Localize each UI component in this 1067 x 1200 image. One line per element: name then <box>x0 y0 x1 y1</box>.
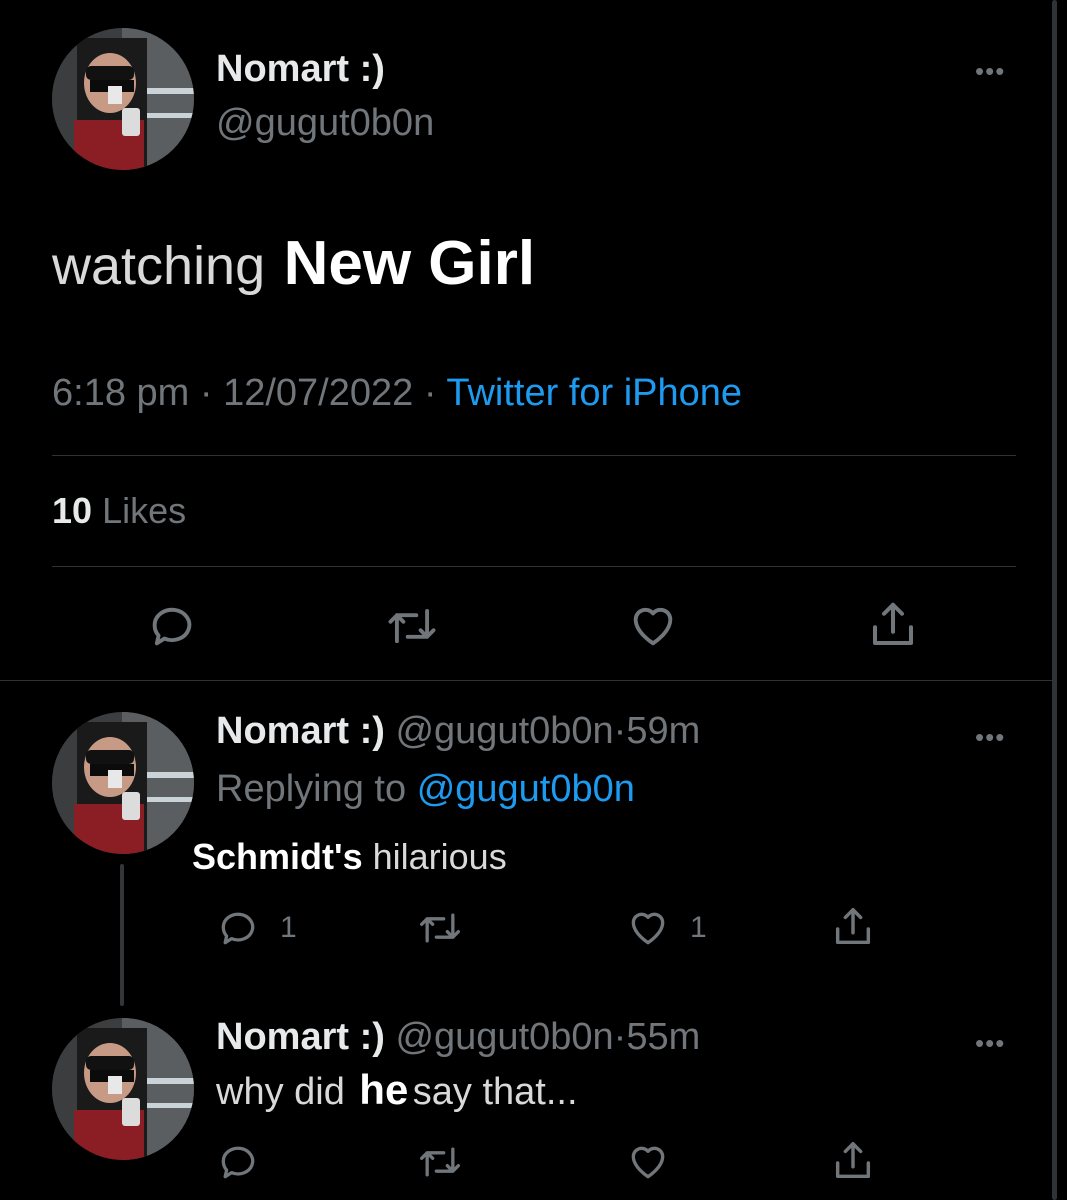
retweet-icon[interactable] <box>416 906 464 950</box>
reply-text: Schmidt's hilarious <box>192 836 507 878</box>
reply-icon[interactable] <box>216 906 260 950</box>
reply-author-handle[interactable]: @gugut0b0n <box>395 1016 613 1058</box>
scrollbar[interactable] <box>1052 0 1057 1200</box>
like-icon[interactable] <box>626 600 680 652</box>
retweet-icon[interactable] <box>416 1140 464 1184</box>
divider <box>0 680 1052 681</box>
replying-to: Replying to @gugut0b0n <box>216 768 635 811</box>
tweet-time: 6:18 pm <box>52 372 190 414</box>
reply-header: Nomart :) @gugut0b0n·55m <box>216 1016 700 1059</box>
reply-icon[interactable] <box>216 1140 260 1184</box>
like-count: 1 <box>690 911 707 944</box>
reply-text-rest: say that... <box>412 1071 578 1113</box>
share-icon[interactable] <box>830 904 876 950</box>
meta-separator: · <box>613 710 627 752</box>
divider <box>52 566 1016 567</box>
reply-count: 1 <box>280 911 297 944</box>
like-icon[interactable] <box>626 1140 670 1184</box>
like-icon[interactable] <box>626 906 670 950</box>
tweet-text-highlight: New Girl <box>283 229 536 298</box>
share-icon[interactable] <box>830 1138 876 1184</box>
more-options-icon[interactable]: ••• <box>975 1030 1005 1056</box>
more-options-icon[interactable]: ••• <box>975 58 1005 84</box>
meta-separator: · <box>423 372 437 414</box>
author-name[interactable]: Nomart :) <box>216 48 385 91</box>
reply-text-prefix: why did <box>216 1071 345 1113</box>
author-handle[interactable]: @gugut0b0n <box>216 102 434 145</box>
meta-separator: · <box>199 372 213 414</box>
share-icon[interactable] <box>866 598 920 652</box>
reply-text-bold: he <box>359 1066 409 1113</box>
likes-label: Likes <box>102 490 187 531</box>
reply-icon[interactable] <box>146 600 198 652</box>
avatar[interactable] <box>52 28 194 170</box>
reply-age: 55m <box>626 1016 701 1058</box>
likes-count: 10 <box>52 490 93 531</box>
retweet-icon[interactable] <box>384 600 440 652</box>
thread-line <box>120 864 124 1006</box>
reply-author-handle[interactable]: @gugut0b0n <box>395 710 613 752</box>
replying-handle-link[interactable]: @gugut0b0n <box>417 768 635 810</box>
more-options-icon[interactable]: ••• <box>975 724 1005 750</box>
reply-age: 59m <box>626 710 701 752</box>
reply-text-rest: hilarious <box>372 836 507 877</box>
likes-stat[interactable]: 10 Likes <box>52 490 186 532</box>
reply-author-name[interactable]: Nomart :) <box>216 710 385 752</box>
meta-separator: · <box>613 1016 627 1058</box>
reply-author-name[interactable]: Nomart :) <box>216 1016 385 1058</box>
divider <box>52 455 1016 456</box>
avatar[interactable] <box>52 712 194 854</box>
reply-header: Nomart :) @gugut0b0n·59m <box>216 710 700 753</box>
reply-text-bold: Schmidt's <box>192 836 363 877</box>
reply-text: why did he say that... <box>216 1066 578 1114</box>
tweet-text: watching New Girl <box>52 228 535 299</box>
tweet-text-prefix: watching <box>52 236 266 296</box>
tweet-date: 12/07/2022 <box>223 372 414 414</box>
tweet-source-link[interactable]: Twitter for iPhone <box>446 372 742 414</box>
replying-label: Replying to <box>216 768 407 810</box>
avatar[interactable] <box>52 1018 194 1160</box>
tweet-meta: 6:18 pm · 12/07/2022 · Twitter for iPhon… <box>52 372 742 415</box>
